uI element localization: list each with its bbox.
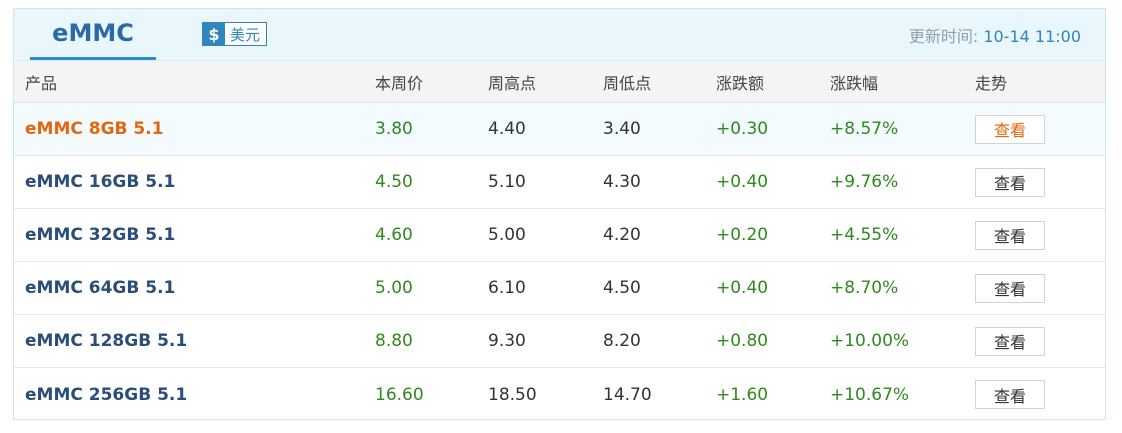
trend-cell: 查看 xyxy=(975,262,1045,314)
price-change-pct: +4.55% xyxy=(830,225,899,245)
price-change: +0.30 xyxy=(716,119,769,139)
table-header: 产品 本周价 周高点 周低点 涨跌额 涨跌幅 走势 xyxy=(14,61,1105,103)
week-price: 4.60 xyxy=(375,225,413,245)
view-trend-button[interactable]: 查看 xyxy=(975,326,1045,356)
week-high: 18.50 xyxy=(488,384,537,405)
column-header-product: 产品 xyxy=(25,73,58,93)
currency-toggle[interactable]: $ 美元 xyxy=(202,22,268,46)
table-row: eMMC 16GB 5.1 4.50 5.10 4.30 +0.40 +9.76… xyxy=(14,156,1105,209)
product-name[interactable]: eMMC 64GB 5.1 xyxy=(25,262,175,314)
price-change: +0.40 xyxy=(716,278,769,298)
view-trend-button[interactable]: 查看 xyxy=(975,273,1045,303)
column-header-change-pct: 涨跌幅 xyxy=(830,73,879,93)
update-time-label: 更新时间: xyxy=(908,27,984,46)
trend-cell: 查看 xyxy=(975,209,1045,261)
table-row: eMMC 256GB 5.1 16.60 18.50 14.70 +1.60 +… xyxy=(14,368,1105,421)
column-header-price: 本周价 xyxy=(375,73,424,93)
week-low: 14.70 xyxy=(603,384,652,405)
table-row: eMMC 32GB 5.1 4.60 5.00 4.20 +0.20 +4.55… xyxy=(14,209,1105,262)
product-name[interactable]: eMMC 8GB 5.1 xyxy=(25,103,164,155)
price-change-pct: +8.70% xyxy=(830,278,899,298)
table-row: eMMC 64GB 5.1 5.00 6.10 4.50 +0.40 +8.70… xyxy=(14,262,1105,315)
product-name[interactable]: eMMC 256GB 5.1 xyxy=(25,368,187,421)
price-change: +0.20 xyxy=(716,225,769,245)
update-time: 更新时间: 10-14 11:00 xyxy=(909,23,1081,47)
price-change: +1.60 xyxy=(716,384,769,405)
product-name[interactable]: eMMC 32GB 5.1 xyxy=(25,209,175,261)
price-change: +0.80 xyxy=(716,331,769,351)
table-body: eMMC 8GB 5.1 3.80 4.40 3.40 +0.30 +8.57%… xyxy=(14,103,1105,421)
trend-cell: 查看 xyxy=(975,368,1045,421)
week-price: 4.50 xyxy=(375,172,413,192)
week-high: 4.40 xyxy=(488,119,526,139)
week-price: 5.00 xyxy=(375,278,413,298)
price-change: +0.40 xyxy=(716,172,769,192)
price-change-pct: +9.76% xyxy=(830,172,899,192)
panel-header: eMMC $ 美元 更新时间: 10-14 11:00 xyxy=(14,9,1105,61)
week-high: 9.30 xyxy=(488,331,526,351)
view-trend-button[interactable]: 查看 xyxy=(975,167,1045,197)
week-price: 16.60 xyxy=(375,384,424,405)
week-low: 3.40 xyxy=(603,119,641,139)
price-change-pct: +8.57% xyxy=(830,119,899,139)
trend-cell: 查看 xyxy=(975,103,1045,155)
table-row: eMMC 8GB 5.1 3.80 4.40 3.40 +0.30 +8.57%… xyxy=(14,103,1105,156)
currency-label: 美元 xyxy=(230,25,261,44)
week-price: 3.80 xyxy=(375,119,413,139)
week-low: 8.20 xyxy=(603,331,641,351)
view-trend-button[interactable]: 查看 xyxy=(975,220,1045,250)
week-high: 5.00 xyxy=(488,225,526,245)
update-time-value: 10-14 11:00 xyxy=(983,27,1081,46)
product-name[interactable]: eMMC 16GB 5.1 xyxy=(25,156,175,208)
column-header-change: 涨跌额 xyxy=(716,73,765,93)
price-change-pct: +10.67% xyxy=(830,384,910,405)
week-low: 4.30 xyxy=(603,172,641,192)
week-high: 6.10 xyxy=(488,278,526,298)
dollar-icon: $ xyxy=(203,23,225,45)
week-low: 4.50 xyxy=(603,278,641,298)
column-header-trend: 走势 xyxy=(975,73,1008,93)
view-trend-button[interactable]: 查看 xyxy=(975,114,1045,144)
column-header-high: 周高点 xyxy=(488,73,537,93)
trend-cell: 查看 xyxy=(975,315,1045,367)
price-change-pct: +10.00% xyxy=(830,331,910,351)
week-high: 5.10 xyxy=(488,172,526,192)
week-price: 8.80 xyxy=(375,331,413,351)
price-panel: eMMC $ 美元 更新时间: 10-14 11:00 产品 本周价 周高点 周… xyxy=(13,8,1106,420)
view-trend-button[interactable]: 查看 xyxy=(975,380,1045,409)
table-row: eMMC 128GB 5.1 8.80 9.30 8.20 +0.80 +10.… xyxy=(14,315,1105,368)
week-low: 4.20 xyxy=(603,225,641,245)
trend-cell: 查看 xyxy=(975,156,1045,208)
tab-emmc[interactable]: eMMC xyxy=(30,9,156,60)
column-header-low: 周低点 xyxy=(603,73,652,93)
product-name[interactable]: eMMC 128GB 5.1 xyxy=(25,315,187,367)
